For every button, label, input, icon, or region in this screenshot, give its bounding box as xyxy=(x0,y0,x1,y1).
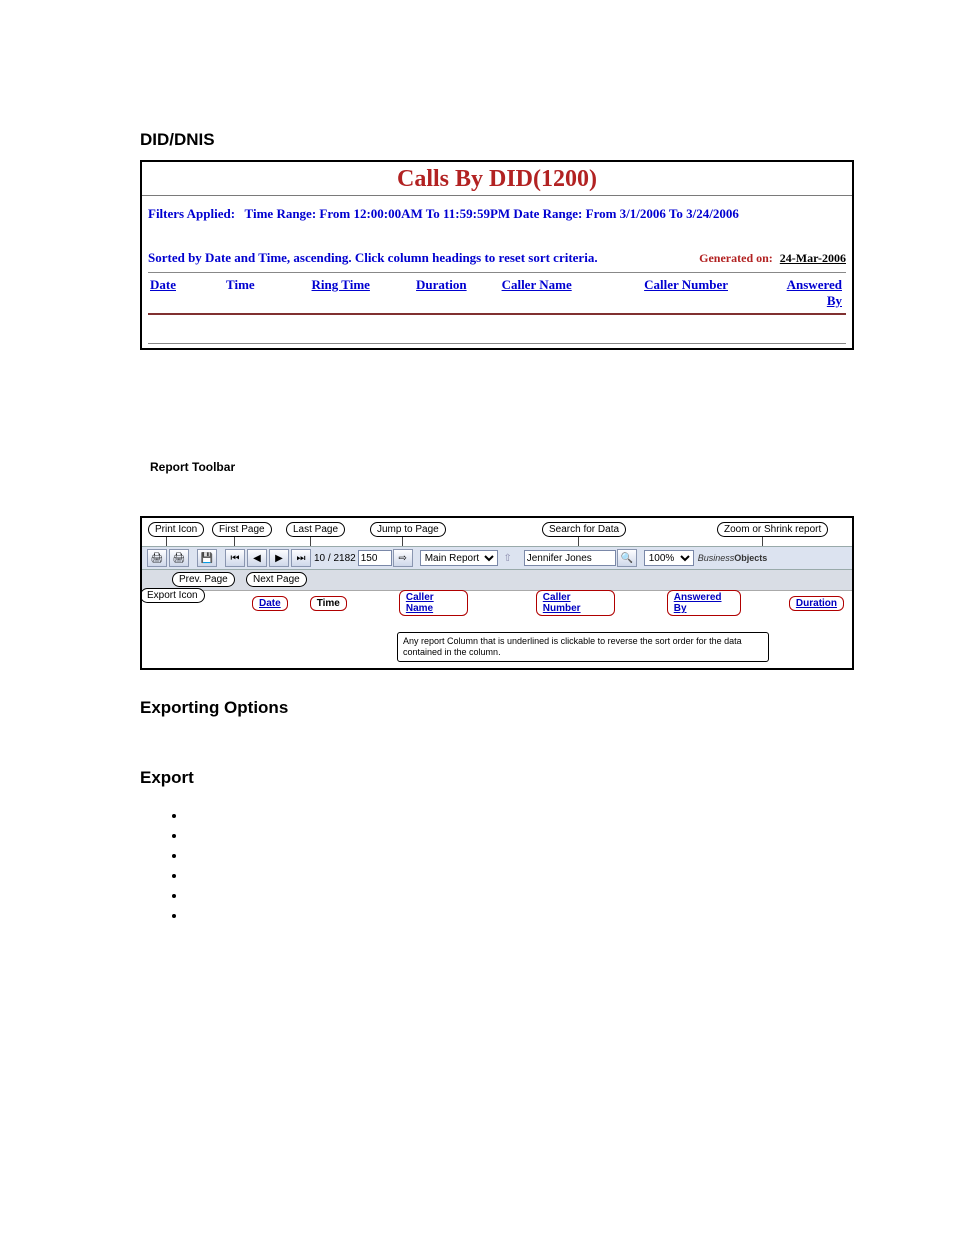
first-page-icon[interactable]: ⏮ xyxy=(225,549,245,567)
col-time: Time xyxy=(226,277,312,309)
next-page-icon[interactable]: ▶ xyxy=(269,549,289,567)
list-item xyxy=(186,908,854,928)
toolbar-section-label: Report Toolbar xyxy=(150,460,854,474)
callout-last: Last Page xyxy=(286,522,345,537)
businessobjects-logo: BusinessObjects xyxy=(698,553,768,563)
callout-search: Search for Data xyxy=(542,522,626,537)
column-sort-note: Any report Column that is underlined is … xyxy=(397,632,769,662)
generated-label: Generated on: xyxy=(699,251,773,265)
sort-instructions: Sorted by Date and Time, ascending. Clic… xyxy=(148,250,699,266)
report-toolbar: 🖨 🖨 💾 ⏮ ◀ ▶ ⏭ 10 / 2182 ⇨ Main Report ⇧ … xyxy=(142,546,852,570)
print-icon-2[interactable]: 🖨 xyxy=(169,549,189,567)
col-ring-time[interactable]: Ring Time xyxy=(312,277,417,309)
callout-zoom: Zoom or Shrink report xyxy=(717,522,828,537)
diagram-col-answered-by[interactable]: Answered By xyxy=(667,590,741,616)
report-row-empty xyxy=(148,315,846,344)
diagram-col-time: Time xyxy=(310,596,347,611)
generated-on: Generated on: 24-Mar-2006 xyxy=(699,251,846,266)
diagram-col-caller-name[interactable]: Caller Name xyxy=(399,590,468,616)
export-icon[interactable]: 💾 xyxy=(197,549,217,567)
callout-export: Export Icon xyxy=(140,588,205,603)
export-heading: Export xyxy=(140,768,854,788)
callout-first: First Page xyxy=(212,522,272,537)
list-item xyxy=(186,828,854,848)
toolbar-spacer: Prev. Page Next Page Export Icon xyxy=(142,570,852,590)
callout-next: Next Page xyxy=(246,572,307,587)
print-icon[interactable]: 🖨 xyxy=(147,549,167,567)
report-column-headers: Date Time Ring Time Duration Caller Name… xyxy=(148,272,846,315)
list-item xyxy=(186,808,854,828)
col-duration[interactable]: Duration xyxy=(416,277,502,309)
search-input[interactable] xyxy=(524,550,616,566)
col-date[interactable]: Date xyxy=(148,277,226,309)
go-to-page-icon[interactable]: ⇨ xyxy=(393,549,413,567)
col-caller-name[interactable]: Caller Name xyxy=(502,277,645,309)
page-indicator: 10 / 2182 xyxy=(314,553,356,564)
search-icon[interactable]: 🔍 xyxy=(617,549,637,567)
list-item xyxy=(186,848,854,868)
zoom-select[interactable]: 100% xyxy=(644,550,694,566)
diagram-col-date[interactable]: Date xyxy=(252,596,288,611)
prev-page-icon[interactable]: ◀ xyxy=(247,549,267,567)
up-icon[interactable]: ⇧ xyxy=(499,550,517,566)
diagram-col-duration[interactable]: Duration xyxy=(789,596,844,611)
callout-prev: Prev. Page xyxy=(172,572,235,587)
filters-text: Time Range: From 12:00:00AM To 11:59:59P… xyxy=(245,206,739,221)
export-bullet-list xyxy=(186,808,854,928)
report-title-row: Calls By DID(1200) xyxy=(142,162,852,196)
diagram-col-caller-number[interactable]: Caller Number xyxy=(536,590,615,616)
section-heading-did: DID/DNIS xyxy=(140,130,854,150)
last-page-icon[interactable]: ⏭ xyxy=(291,549,311,567)
toolbar-diagram: Print Icon First Page Last Page Jump to … xyxy=(140,516,854,670)
list-item xyxy=(186,888,854,908)
jump-to-page-input[interactable] xyxy=(358,550,392,566)
callout-jump: Jump to Page xyxy=(370,522,446,537)
exporting-options-heading: Exporting Options xyxy=(140,698,854,718)
report-title: Calls By DID(1200) xyxy=(397,166,597,192)
col-answered-by[interactable]: Answered By xyxy=(787,277,846,309)
diagram-column-headers: Date Time Caller Name Caller Number Answ… xyxy=(142,590,852,615)
generated-date: 24-Mar-2006 xyxy=(780,251,846,265)
filters-applied: Filters Applied: Time Range: From 12:00:… xyxy=(148,206,846,222)
callout-print: Print Icon xyxy=(148,522,204,537)
filters-label: Filters Applied: xyxy=(148,206,235,221)
col-caller-number[interactable]: Caller Number xyxy=(644,277,787,309)
report-calls-by-did: Calls By DID(1200) Filters Applied: Time… xyxy=(140,160,854,350)
list-item xyxy=(186,868,854,888)
callout-row-top: Print Icon First Page Last Page Jump to … xyxy=(142,518,852,546)
report-select[interactable]: Main Report xyxy=(420,550,498,566)
